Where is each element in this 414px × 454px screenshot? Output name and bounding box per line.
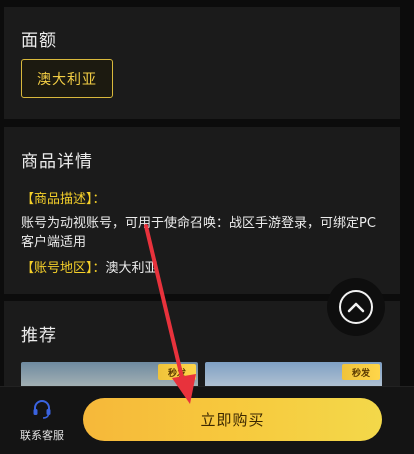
customer-service-label: 联系客服: [20, 429, 64, 442]
headset-icon: [33, 400, 51, 419]
product-details-card: 商品详情 【商品描述】： 账号为动视账号，可用于使命召唤：战区手游登录，可绑定P…: [4, 127, 400, 294]
customer-service-button[interactable]: 联系客服: [12, 399, 72, 443]
denomination-option-selected[interactable]: 澳大利亚: [21, 59, 113, 98]
details-title: 商品详情: [21, 152, 93, 172]
region-value: 澳大利亚: [105, 261, 158, 276]
recommend-title: 推荐: [21, 326, 57, 346]
region-row: 【账号地区】：澳大利亚: [21, 259, 158, 279]
instant-delivery-badge: 秒发: [342, 364, 380, 380]
buy-now-button[interactable]: 立即购买: [83, 398, 382, 441]
scroll-top-ring: [339, 290, 373, 324]
desc-text-line1: 账号为动视账号，可用于使命召唤：战区手游登录，可绑定PC: [21, 216, 376, 231]
region-label: 【账号地区】：: [21, 261, 106, 276]
denomination-title: 面额: [21, 31, 57, 51]
bottom-action-bar: 联系客服 立即购买: [0, 386, 414, 454]
desc-label: 【商品描述】：: [21, 192, 106, 207]
instant-delivery-badge: 秒发: [158, 364, 196, 380]
denomination-card: 面额 澳大利亚: [4, 7, 400, 119]
desc-text-line2: 客户端适用: [21, 235, 87, 250]
scroll-top-button[interactable]: [327, 278, 385, 336]
chevron-up-icon: [347, 302, 365, 313]
